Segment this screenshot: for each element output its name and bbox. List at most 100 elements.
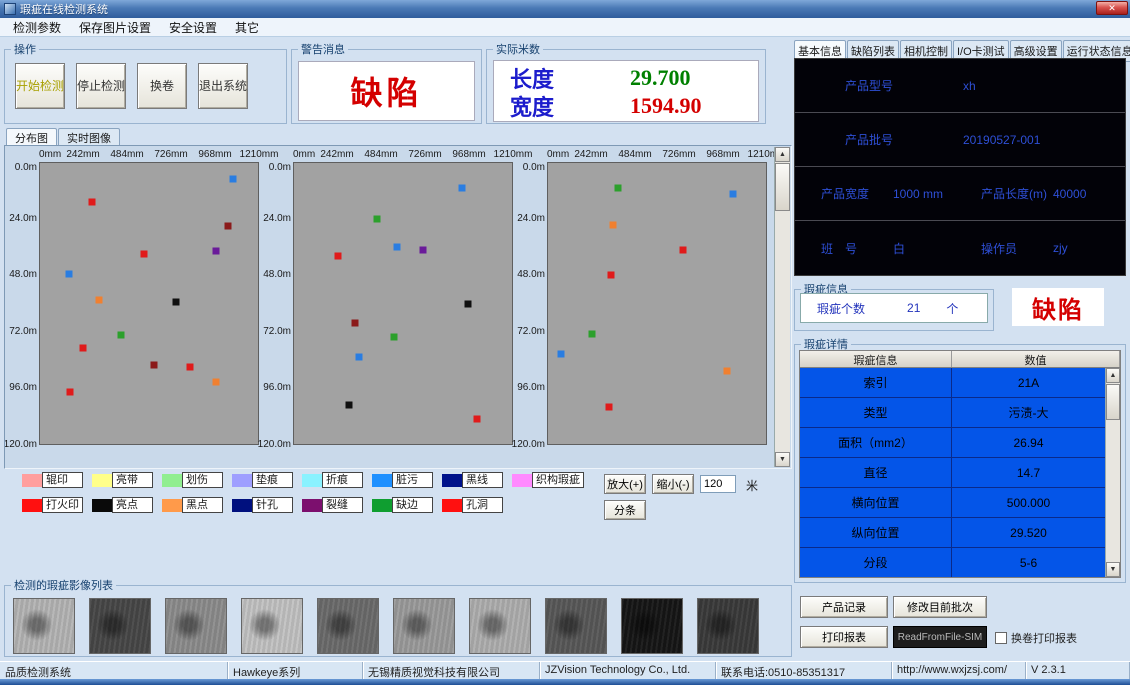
defect-thumbnail[interactable] <box>13 598 75 654</box>
scrollbar-track[interactable] <box>1106 383 1120 562</box>
header-value: 数值 <box>952 351 1120 367</box>
scrollbar-thumb[interactable] <box>1106 384 1120 420</box>
defect-count-box: 瑕疵个数 21 个 <box>800 293 988 323</box>
defect-thumbnail[interactable] <box>469 598 531 654</box>
read-from-file-sim-button[interactable]: ReadFromFile-SIM <box>893 626 987 648</box>
menu-bar: 检测参数保存图片设置安全设置其它 <box>0 18 1130 37</box>
defect-point <box>230 175 237 182</box>
scroll-up-icon[interactable]: ▲ <box>775 147 790 162</box>
thumbnail-strip <box>5 593 791 659</box>
menu-item[interactable]: 检测参数 <box>4 18 70 37</box>
defect-thumbnail[interactable] <box>697 598 759 654</box>
defect-point <box>373 216 380 223</box>
scatter-plot-2[interactable] <box>293 162 513 445</box>
defect-thumbnail[interactable] <box>393 598 455 654</box>
print-on-roll-change-checkbox[interactable] <box>995 632 1007 644</box>
table-scrollbar[interactable]: ▲ ▼ <box>1105 368 1120 577</box>
print-on-roll-change-option: 换卷打印报表 <box>995 630 1077 646</box>
legend-label: 织构瑕疵 <box>532 472 584 488</box>
legend-label: 针孔 <box>252 497 293 513</box>
menu-item[interactable]: 保存图片设置 <box>70 18 160 37</box>
menu-item[interactable]: 其它 <box>226 18 268 37</box>
product-info-row: 班 号白操作员zjy <box>795 221 1125 275</box>
table-row[interactable]: 面积（mm2）26.94 <box>800 428 1105 458</box>
y-axis: 0.0m24.0m48.0m72.0m96.0m120.0m <box>261 162 293 445</box>
legend-swatch <box>22 499 42 512</box>
info-value: 1000 mm <box>893 187 955 201</box>
plots-scrollbar[interactable]: ▲ ▼ <box>774 147 790 467</box>
exit-system-button[interactable]: 退出系统 <box>198 63 248 109</box>
info-value: 40000 <box>1053 187 1115 201</box>
info-label: 产品长度(m) <box>981 185 1053 202</box>
scroll-up-icon[interactable]: ▲ <box>1106 368 1120 383</box>
y-tick-label: 120.0m <box>258 439 291 450</box>
y-axis: 0.0m24.0m48.0m72.0m96.0m120.0m <box>7 162 39 445</box>
defect-point <box>352 320 359 327</box>
scatter-plot-3[interactable] <box>547 162 767 445</box>
info-label: 产品批号 <box>845 131 921 148</box>
detail-row-value: 26.94 <box>952 428 1105 457</box>
scatter-plot-1[interactable] <box>39 162 259 445</box>
defect-thumbnail[interactable] <box>317 598 379 654</box>
print-report-button[interactable]: 打印报表 <box>800 626 888 648</box>
scroll-down-icon[interactable]: ▼ <box>775 452 790 467</box>
scrollbar-thumb[interactable] <box>775 163 790 211</box>
defect-thumbnail[interactable] <box>621 598 683 654</box>
legend-item: 打火印 <box>22 497 83 513</box>
defect-count-label: 瑕疵个数 <box>817 300 865 317</box>
y-tick-label: 96.0m <box>9 382 37 393</box>
status-segment: Hawkeye系列 <box>228 662 363 679</box>
x-tick-label: 0mm <box>39 149 61 160</box>
status-segment: http://www.wxjzsj.com/ <box>892 662 1026 679</box>
legend-label: 亮点 <box>112 497 153 513</box>
legend-label: 划伤 <box>182 472 223 488</box>
status-segment: V 2.3.1 <box>1026 662 1130 679</box>
zoom-out-button[interactable]: 缩小(-) <box>652 474 694 494</box>
modify-batch-button[interactable]: 修改目前批次 <box>893 596 987 618</box>
legend-row-2: 打火印亮点黑点针孔裂缝缺边孔洞 <box>22 497 593 513</box>
defect-thumbnail[interactable] <box>89 598 151 654</box>
defect-point <box>680 247 687 254</box>
split-button[interactable]: 分条 <box>604 500 646 520</box>
close-button[interactable]: ✕ <box>1096 1 1128 15</box>
status-segment: 无锡精质视觉科技有限公司 <box>363 662 540 679</box>
start-detect-button[interactable]: 开始检测 <box>15 63 65 109</box>
table-row[interactable]: 分段5-6 <box>800 548 1105 577</box>
product-record-button[interactable]: 产品记录 <box>800 596 888 618</box>
info-label: 操作员 <box>981 240 1053 257</box>
detail-row-label: 类型 <box>800 398 952 427</box>
defect-thumbnail[interactable] <box>241 598 303 654</box>
detail-row-label: 纵向位置 <box>800 518 952 547</box>
legend-item: 折痕 <box>302 472 363 488</box>
defect-point <box>140 251 147 258</box>
y-tick-label: 72.0m <box>9 326 37 337</box>
defect-count-unit: 个 <box>946 300 958 317</box>
legend-item: 裂缝 <box>302 497 363 513</box>
legend-label: 折痕 <box>322 472 363 488</box>
scrollbar-track[interactable] <box>775 162 790 452</box>
info-label: 产品型号 <box>845 77 921 94</box>
table-row[interactable]: 类型污渍-大 <box>800 398 1105 428</box>
detail-row-label: 面积（mm2） <box>800 428 952 457</box>
x-axis: 0mm242mm484mm726mm968mm1210mm <box>547 149 767 162</box>
zoom-controls: 放大(+) 缩小(-) 米 分条 <box>604 474 788 522</box>
detail-row-value: 500.000 <box>952 488 1105 517</box>
detail-row-value: 污渍-大 <box>952 398 1105 427</box>
x-tick-label: 242mm <box>66 149 99 160</box>
table-row[interactable]: 纵向位置29.520 <box>800 518 1105 548</box>
table-row[interactable]: 直径14.7 <box>800 458 1105 488</box>
detail-row-label: 分段 <box>800 548 952 577</box>
defect-thumbnail[interactable] <box>545 598 607 654</box>
defect-thumbnail[interactable] <box>165 598 227 654</box>
legend-item: 划伤 <box>162 472 223 488</box>
table-row[interactable]: 横向位置500.000 <box>800 488 1105 518</box>
zoom-in-button[interactable]: 放大(+) <box>604 474 646 494</box>
y-tick-label: 48.0m <box>9 269 37 280</box>
change-roll-button[interactable]: 换卷 <box>137 63 187 109</box>
defect-point <box>419 246 426 253</box>
scroll-down-icon[interactable]: ▼ <box>1106 562 1120 577</box>
table-row[interactable]: 索引21A <box>800 368 1105 398</box>
stop-detect-button[interactable]: 停止检测 <box>76 63 126 109</box>
meters-input[interactable] <box>700 475 736 493</box>
menu-item[interactable]: 安全设置 <box>160 18 226 37</box>
